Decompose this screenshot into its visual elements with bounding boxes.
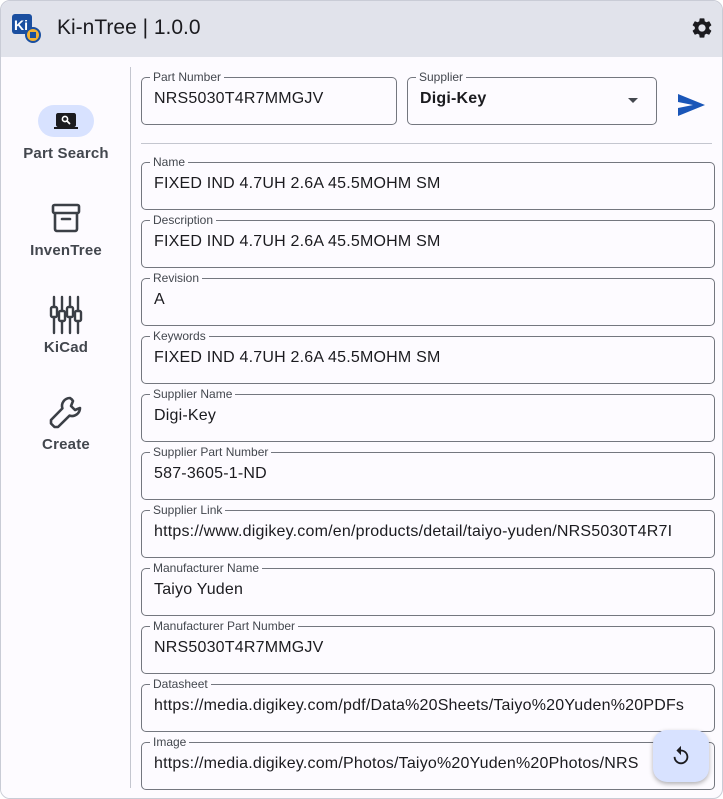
manufacturer-name-input[interactable]: Taiyo Yuden: [154, 581, 706, 599]
part-search-panel: Part Number NRS5030T4R7MMGJV Supplier Di…: [131, 57, 722, 798]
title-bar: Ki Ki-nTree | 1.0.0: [1, 1, 722, 57]
supplier-name-field[interactable]: Supplier Name Digi-Key: [141, 386, 715, 442]
rail-item-kicad[interactable]: KiCad: [1, 295, 131, 379]
field-label: Manufacturer Name: [150, 560, 263, 576]
part-number-field[interactable]: Part Number NRS5030T4R7MMGJV: [141, 69, 397, 125]
field-label: Manufacturer Part Number: [150, 618, 299, 634]
supplier-part-number-input[interactable]: 587-3605-1-ND: [154, 465, 706, 483]
name-input[interactable]: FIXED IND 4.7UH 2.6A 45.5MOHM SM: [154, 175, 706, 193]
app-title: Ki-nTree | 1.0.0: [57, 16, 201, 39]
settings-gear-icon[interactable]: [690, 16, 714, 40]
send-icon: [678, 94, 705, 116]
manufacturer-part-number-field[interactable]: Manufacturer Part Number NRS5030T4R7MMGJV: [141, 618, 715, 674]
search-laptop-icon: [38, 105, 94, 137]
revision-field[interactable]: Revision A: [141, 270, 715, 326]
field-label: Revision: [150, 270, 203, 286]
send-search-button[interactable]: [671, 85, 711, 125]
archive-icon: [38, 202, 94, 234]
part-number-input[interactable]: NRS5030T4R7MMGJV: [154, 90, 388, 108]
app-window: Ki Ki-nTree | 1.0.0 Part Search InvenTre…: [0, 0, 723, 799]
manufacturer-part-number-input[interactable]: NRS5030T4R7MMGJV: [154, 639, 706, 657]
description-field[interactable]: Description FIXED IND 4.7UH 2.6A 45.5MOHM…: [141, 212, 715, 268]
field-label: Name: [150, 154, 189, 170]
name-field[interactable]: Name FIXED IND 4.7UH 2.6A 45.5MOHM SM: [141, 154, 715, 210]
field-label: Description: [150, 212, 217, 228]
field-label: Part Number: [150, 69, 225, 85]
field-label: Image: [150, 734, 190, 750]
app-logo: Ki: [10, 12, 42, 44]
supplier-part-number-field[interactable]: Supplier Part Number 587-3605-1-ND: [141, 444, 715, 500]
manufacturer-name-field[interactable]: Manufacturer Name Taiyo Yuden: [141, 560, 715, 616]
revision-input[interactable]: A: [154, 291, 706, 309]
field-label: Keywords: [150, 328, 209, 344]
datasheet-input[interactable]: https://media.digikey.com/pdf/Data%20She…: [154, 697, 706, 715]
rail-item-create[interactable]: Create: [1, 396, 131, 476]
field-label: Supplier Name: [150, 386, 236, 402]
field-label: Datasheet: [150, 676, 211, 692]
reset-button[interactable]: [653, 730, 709, 782]
navigation-rail: Part Search InvenTree KiCad Create: [1, 57, 131, 798]
supplier-selected-value: Digi-Key: [420, 90, 487, 107]
wrench-icon: [38, 396, 94, 429]
image-input[interactable]: https://media.digikey.com/Photos/Taiyo%2…: [154, 755, 654, 773]
chip-icon: [38, 295, 94, 335]
rail-label: InvenTree: [30, 242, 102, 259]
rail-label: Create: [42, 436, 90, 453]
refresh-icon: [673, 745, 689, 765]
keywords-field[interactable]: Keywords FIXED IND 4.7UH 2.6A 45.5MOHM SM: [141, 328, 715, 384]
supplier-dropdown[interactable]: Supplier Digi-Key: [407, 69, 657, 125]
rail-label: Part Search: [23, 145, 109, 162]
field-label: Supplier Link: [150, 502, 226, 518]
field-label: Supplier: [416, 69, 467, 85]
keywords-input[interactable]: FIXED IND 4.7UH 2.6A 45.5MOHM SM: [154, 349, 706, 367]
datasheet-field[interactable]: Datasheet https://media.digikey.com/pdf/D…: [141, 676, 715, 732]
section-divider: [141, 143, 712, 144]
rail-item-inventree[interactable]: InvenTree: [1, 202, 131, 282]
image-field[interactable]: Image https://media.digikey.com/Photos/Ta…: [141, 734, 715, 790]
description-input[interactable]: FIXED IND 4.7UH 2.6A 45.5MOHM SM: [154, 233, 706, 251]
field-label: Supplier Part Number: [150, 444, 272, 460]
dropdown-arrow-icon[interactable]: [628, 98, 638, 103]
rail-label: KiCad: [43, 339, 89, 356]
supplier-name-input[interactable]: Digi-Key: [154, 407, 706, 425]
supplier-link-input[interactable]: https://www.digikey.com/en/products/deta…: [154, 523, 706, 541]
rail-item-part-search[interactable]: Part Search: [1, 105, 131, 185]
supplier-link-field[interactable]: Supplier Link https://www.digikey.com/en/…: [141, 502, 715, 558]
svg-text:Ki: Ki: [14, 17, 28, 33]
